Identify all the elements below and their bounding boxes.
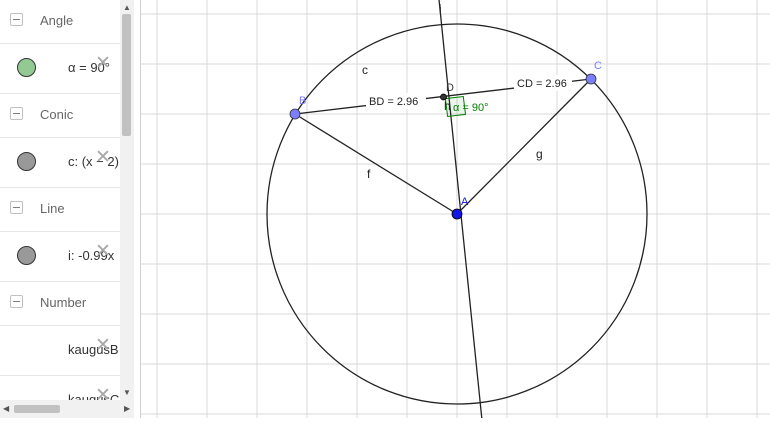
delete-icon[interactable]: ✕ <box>95 242 111 261</box>
collapse-icon[interactable] <box>10 107 23 120</box>
category-label: Conic <box>40 107 74 122</box>
category-angle[interactable]: Angle <box>0 0 120 44</box>
category-label: Number <box>40 295 87 310</box>
delete-icon[interactable]: ✕ <box>95 54 111 73</box>
label-segment-f: f <box>367 167 371 181</box>
segment-g[interactable] <box>456 78 592 215</box>
scroll-up-icon[interactable]: ▲ <box>123 3 131 12</box>
algebra-item-kaugusbd[interactable]: kaugusB ✕ <box>0 326 120 376</box>
collapse-icon[interactable] <box>10 201 23 214</box>
algebra-item-c[interactable]: c: (x − 2) ✕ <box>0 138 120 188</box>
line-i[interactable] <box>437 0 483 423</box>
horizontal-scrollbar[interactable]: ◀ ▶ <box>0 400 134 418</box>
algebra-item-value[interactable]: kaugusB <box>68 342 119 357</box>
scroll-left-icon[interactable]: ◀ <box>3 404 9 413</box>
algebra-view: Angle α = 90° ✕ Conic c: (x − 2) ✕ Line … <box>0 0 141 418</box>
label-point-a: A <box>461 196 469 208</box>
algebra-item-i[interactable]: i: -0.99x ✕ <box>0 232 120 282</box>
scrollbar-thumb[interactable] <box>122 14 131 136</box>
delete-icon[interactable]: ✕ <box>95 336 111 355</box>
point-b[interactable] <box>289 108 301 120</box>
algebra-item-alpha[interactable]: α = 90° ✕ <box>0 44 120 94</box>
label-segment-g: g <box>536 147 543 161</box>
algebra-item-value[interactable]: c: (x − 2) <box>68 154 119 169</box>
point-d[interactable] <box>440 93 447 101</box>
category-line[interactable]: Line <box>0 188 120 232</box>
category-label: Line <box>40 201 65 216</box>
label-point-d: D <box>446 82 454 94</box>
measure-bd[interactable]: BD = 2.96 <box>369 96 418 108</box>
measure-angle-alpha[interactable]: α = 90° <box>453 102 489 114</box>
visibility-toggle-icon[interactable] <box>17 152 36 171</box>
label-segment-h: h <box>444 99 451 113</box>
point-c[interactable] <box>585 73 597 85</box>
label-point-b: B <box>299 95 306 107</box>
geometry-canvas[interactable]: c i f g h BD = 2.96 CD = 2.96 α = 90° A … <box>141 0 770 423</box>
vertical-scrollbar[interactable]: ▲ ▼ <box>120 0 134 400</box>
collapse-icon[interactable] <box>10 295 23 308</box>
label-line-i: i <box>439 2 442 16</box>
visibility-toggle-icon[interactable] <box>17 246 36 265</box>
label-point-c: C <box>594 60 602 72</box>
collapse-icon[interactable] <box>10 13 23 26</box>
graphics-view[interactable]: c i f g h BD = 2.96 CD = 2.96 α = 90° A … <box>141 0 770 423</box>
category-label: Angle <box>40 13 74 28</box>
point-a[interactable] <box>451 208 463 220</box>
category-number[interactable]: Number <box>0 282 120 326</box>
visibility-toggle-icon[interactable] <box>17 58 36 77</box>
scroll-right-icon[interactable]: ▶ <box>124 404 130 413</box>
measure-cd[interactable]: CD = 2.96 <box>517 78 567 90</box>
scrollbar-thumb[interactable] <box>14 405 60 413</box>
category-conic[interactable]: Conic <box>0 94 120 138</box>
label-circle-c: c <box>362 63 368 77</box>
scroll-down-icon[interactable]: ▼ <box>123 388 131 397</box>
delete-icon[interactable]: ✕ <box>95 148 111 167</box>
